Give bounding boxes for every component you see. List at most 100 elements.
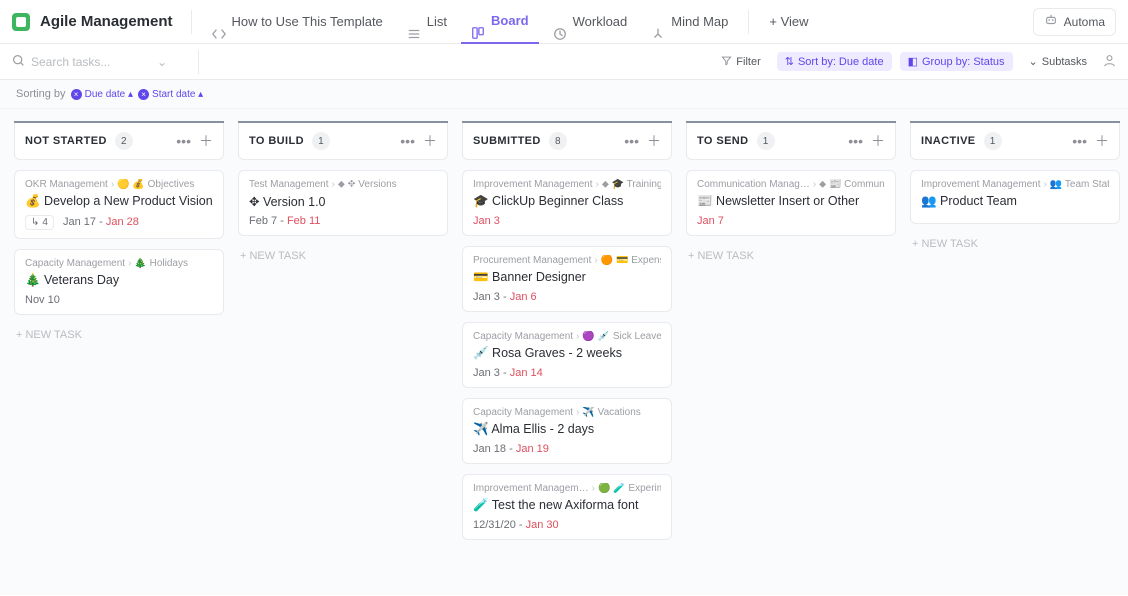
task-card[interactable]: Improvement Management› 👥 Team Status 👥 …: [910, 170, 1120, 224]
column-not-started: NOT STARTED 2 ••• ＋ OKR Management › 🟡 💰…: [14, 121, 224, 345]
automations-button[interactable]: Automa: [1033, 8, 1116, 36]
view-tab-board[interactable]: Board: [461, 0, 539, 44]
task-card[interactable]: Capacity Management › 🎄 Holidays 🎄 Veter…: [14, 249, 224, 315]
add-view-label: + View: [769, 0, 808, 44]
start-date: Feb 7: [249, 215, 277, 227]
due-date: Jan 30: [526, 519, 559, 531]
new-task-button[interactable]: + NEW TASK: [14, 325, 224, 345]
view-tab-mindmap[interactable]: Mind Map: [641, 0, 738, 44]
add-view-button[interactable]: + View: [759, 0, 818, 44]
column-count: 1: [757, 132, 775, 150]
embed-icon: [212, 15, 226, 29]
crumb-child: ⬥ 🎓 Trainings: [602, 179, 661, 190]
card-breadcrumb: Improvement Managem…› 🟢 🧪 Experime…: [473, 483, 661, 494]
person-icon[interactable]: [1103, 54, 1116, 70]
task-card[interactable]: OKR Management › 🟡 💰 Objectives 💰 Develo…: [14, 170, 224, 239]
column-add-icon[interactable]: ＋: [647, 131, 661, 151]
view-tab-label: List: [427, 0, 447, 44]
task-card[interactable]: Improvement Managem…› 🟢 🧪 Experime… 🧪 Te…: [462, 474, 672, 540]
due-date: Jan 7: [697, 215, 724, 227]
sort-pill-due-date[interactable]: × Due date ▴: [71, 89, 133, 100]
date-sep: -: [519, 519, 526, 531]
card-breadcrumb: Improvement Management› 👥 Team Status: [921, 179, 1109, 190]
chevron-right-icon: ›: [592, 483, 595, 494]
filter-button[interactable]: Filter: [713, 52, 768, 72]
new-task-button[interactable]: + NEW TASK: [686, 246, 896, 266]
date-sep: -: [503, 291, 510, 303]
kanban-board: NOT STARTED 2 ••• ＋ OKR Management › 🟡 💰…: [0, 109, 1128, 595]
subtask-icon: ↳: [31, 217, 39, 228]
chevron-down-icon[interactable]: ⌄: [157, 55, 167, 69]
card-title: 📰 Newsletter Insert or Other: [697, 194, 885, 209]
view-tab-list[interactable]: List: [397, 0, 457, 44]
card-dates: Jan 7: [697, 215, 885, 227]
column-name: INACTIVE: [921, 135, 976, 147]
card-breadcrumb: Capacity Management› ✈️ Vacations: [473, 407, 661, 418]
start-date: Nov 10: [25, 294, 60, 306]
view-tab-howto[interactable]: How to Use This Template: [202, 0, 393, 44]
remove-sort-icon[interactable]: ×: [71, 89, 82, 100]
sorting-by-label: Sorting by: [16, 88, 66, 100]
search-field[interactable]: ⌄: [12, 54, 182, 70]
column-count: 1: [984, 132, 1002, 150]
subtasks-button[interactable]: ⌄ Subtasks: [1021, 52, 1095, 71]
new-task-button[interactable]: + NEW TASK: [910, 234, 1120, 254]
column-header[interactable]: TO BUILD 1 ••• ＋: [238, 123, 448, 160]
view-tab-workload[interactable]: Workload: [543, 0, 638, 44]
new-task-button[interactable]: + NEW TASK: [238, 246, 448, 266]
column-menu-icon[interactable]: •••: [848, 133, 863, 149]
column-header[interactable]: TO SEND 1 ••• ＋: [686, 123, 896, 160]
task-card[interactable]: Communication Manag…› ⬥ 📰 Communica… 📰 N…: [686, 170, 896, 236]
crumb-child: 👥 Team Status: [1050, 179, 1109, 190]
mindmap-icon: [651, 15, 665, 29]
task-card[interactable]: Capacity Management› ✈️ Vacations ✈️ Alm…: [462, 398, 672, 464]
date-sep: -: [509, 443, 516, 455]
task-card[interactable]: Test Management › ⬥ ✥ Versions ✥ Version…: [238, 170, 448, 236]
card-breadcrumb: Test Management › ⬥ ✥ Versions: [249, 179, 437, 190]
card-dates: Jan 3 - Jan 14: [473, 367, 661, 379]
group-button[interactable]: ◧ Group by: Status: [900, 52, 1013, 71]
sort-pill-start-date[interactable]: × Start date ▴: [138, 89, 203, 100]
column-menu-icon[interactable]: •••: [176, 133, 191, 149]
task-card[interactable]: Capacity Management› 🟣 💉 Sick Leave 💉 Ro…: [462, 322, 672, 388]
task-card[interactable]: Procurement Management› 🟠 💳 Expenses 💳 B…: [462, 246, 672, 312]
column-header[interactable]: SUBMITTED 8 ••• ＋: [462, 123, 672, 160]
date-sep: -: [280, 215, 287, 227]
crumb-child: 🟣 💉 Sick Leave: [582, 331, 661, 342]
card-breadcrumb: Capacity Management› 🟣 💉 Sick Leave: [473, 331, 661, 342]
crumb-child: 🟢 🧪 Experime…: [598, 483, 661, 494]
column-add-icon[interactable]: ＋: [871, 131, 885, 151]
sort-pill-label: Start date ▴: [152, 89, 203, 100]
card-title: 🎄 Veterans Day: [25, 273, 213, 288]
crumb-child: ⬥ 📰 Communica…: [819, 179, 885, 190]
automations-label: Automa: [1064, 15, 1105, 29]
chevron-right-icon: ›: [576, 407, 579, 418]
date-sep: -: [503, 367, 510, 379]
column-header[interactable]: INACTIVE 1 ••• ＋: [910, 123, 1120, 160]
task-card[interactable]: Improvement Management› ⬥ 🎓 Trainings 🎓 …: [462, 170, 672, 236]
sort-pill-label: Due date ▴: [85, 89, 133, 100]
column-menu-icon[interactable]: •••: [624, 133, 639, 149]
card-dates: ↳ 4 Jan 17 - Jan 28: [25, 215, 213, 230]
sort-button[interactable]: ⇅ Sort by: Due date: [777, 52, 892, 71]
view-tab-label: How to Use This Template: [232, 0, 383, 44]
chevron-right-icon: ›: [128, 258, 131, 269]
column-add-icon[interactable]: ＋: [1095, 131, 1109, 151]
crumb-child: 🟠 💳 Expenses: [601, 255, 661, 266]
crumb-parent: Test Management: [249, 179, 329, 190]
column-inactive: INACTIVE 1 ••• ＋ Improvement Management›…: [910, 121, 1120, 254]
divider: [191, 10, 192, 34]
crumb-parent: Communication Manag…: [697, 179, 810, 190]
search-input[interactable]: [31, 55, 151, 69]
subtask-count[interactable]: ↳ 4: [25, 215, 54, 230]
column-add-icon[interactable]: ＋: [199, 131, 213, 151]
column-menu-icon[interactable]: •••: [1072, 133, 1087, 149]
card-dates: 12/31/20 - Jan 30: [473, 519, 661, 531]
column-add-icon[interactable]: ＋: [423, 131, 437, 151]
column-menu-icon[interactable]: •••: [400, 133, 415, 149]
card-title: ✈️ Alma Ellis - 2 days: [473, 422, 661, 437]
card-breadcrumb: Improvement Management› ⬥ 🎓 Trainings: [473, 179, 661, 190]
card-breadcrumb: OKR Management › 🟡 💰 Objectives: [25, 179, 213, 190]
column-header[interactable]: NOT STARTED 2 ••• ＋: [14, 123, 224, 160]
remove-sort-icon[interactable]: ×: [138, 89, 149, 100]
